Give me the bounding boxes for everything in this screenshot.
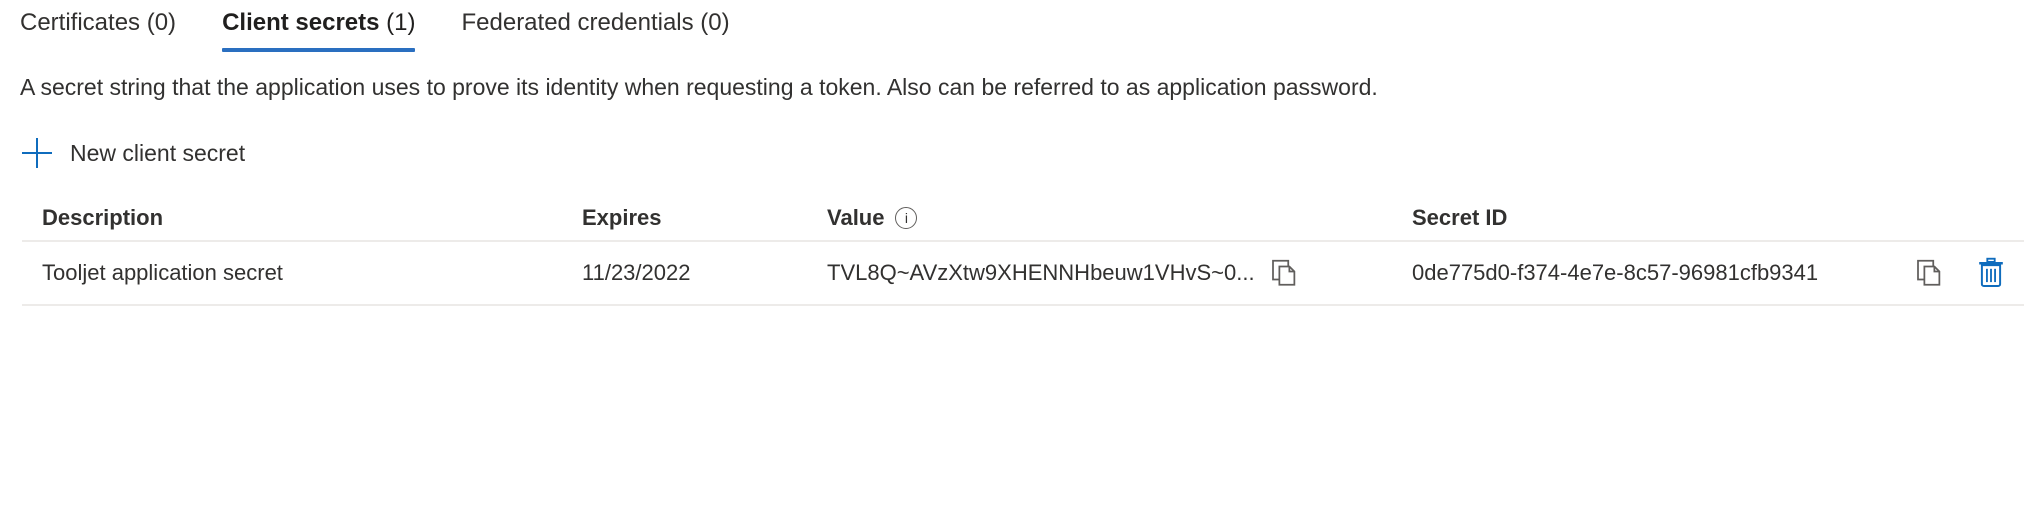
cell-value: TVL8Q~AVzXtw9XHENNHbeuw1VHvS~0... [827, 258, 1412, 288]
tab-federated-credentials-label: Federated credentials [461, 9, 694, 36]
cell-secret-id-text: 0de775d0-f374-4e7e-8c57-96981cfb9341 [1412, 260, 1819, 285]
tab-federated-credentials[interactable]: Federated credentials (0) [461, 8, 729, 52]
tab-client-secrets[interactable]: Client secrets (1) [222, 8, 416, 52]
copy-secret-id-icon[interactable] [1914, 258, 1944, 288]
tab-certificates-count: (0) [146, 9, 177, 36]
client-secrets-table: Description Expires Value i Secret ID To… [0, 196, 2042, 306]
column-header-value: Value i [827, 204, 1412, 232]
cell-value-text: TVL8Q~AVzXtw9XHENNHbeuw1VHvS~0... [827, 260, 1255, 285]
table-header-row: Description Expires Value i Secret ID [22, 196, 2024, 242]
copy-value-icon[interactable] [1269, 258, 1299, 288]
tab-certificates[interactable]: Certificates (0) [20, 8, 176, 52]
column-header-expires: Expires [582, 205, 662, 230]
cell-description: Tooljet application secret [42, 260, 283, 285]
command-bar: New client secret [0, 102, 2042, 174]
new-client-secret-button[interactable]: New client secret [22, 132, 253, 174]
tab-client-secrets-label: Client secrets [222, 9, 380, 36]
table-row[interactable]: Tooljet application secret 11/23/2022 TV… [22, 242, 2024, 306]
cell-expires: 11/23/2022 [582, 260, 691, 285]
client-secrets-panel: Certificates (0) Client secrets (1) Fede… [0, 0, 2042, 508]
column-header-value-label: Value [827, 205, 885, 230]
info-icon[interactable]: i [895, 207, 918, 229]
new-client-secret-label: New client secret [70, 140, 246, 166]
column-header-secret-id: Secret ID [1412, 205, 1508, 230]
row-actions [1914, 257, 2024, 289]
cell-secret-id: 0de775d0-f374-4e7e-8c57-96981cfb9341 [1412, 259, 1914, 287]
tab-certificates-label: Certificates [20, 9, 141, 36]
info-icon-glyph: i [904, 209, 909, 226]
tab-federated-credentials-count: (0) [700, 9, 730, 36]
plus-icon [22, 138, 52, 168]
panel-description: A secret string that the application use… [20, 74, 1378, 100]
tab-selected-underline [222, 48, 416, 52]
delete-secret-icon[interactable] [1976, 257, 2006, 289]
column-header-description: Description [42, 205, 164, 230]
tab-client-secrets-count: (1) [386, 9, 416, 36]
tab-bar: Certificates (0) Client secrets (1) Fede… [0, 0, 2042, 52]
